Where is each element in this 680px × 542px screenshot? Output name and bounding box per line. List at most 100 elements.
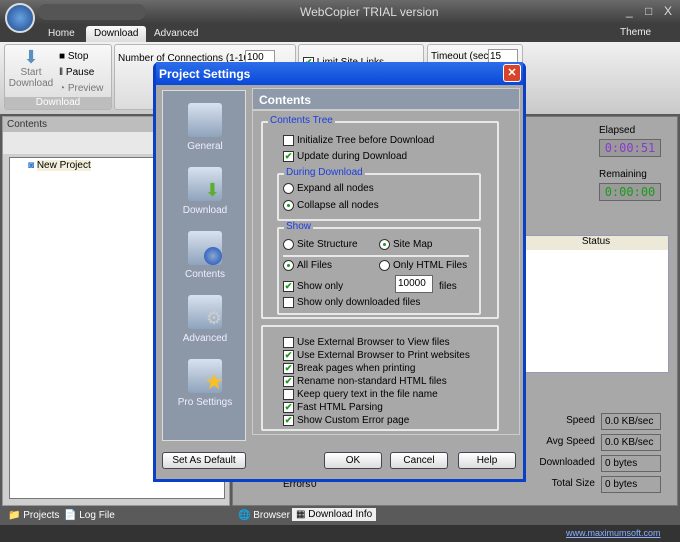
checkbox[interactable]: ✔ bbox=[283, 415, 294, 426]
checkbox[interactable]: ✔ bbox=[283, 350, 294, 361]
option-checkbox[interactable]: ✔ Show Custom Error page bbox=[283, 415, 409, 426]
app-orb-button[interactable] bbox=[5, 3, 35, 33]
tab-advanced[interactable]: Advanced bbox=[146, 26, 206, 42]
update-during-checkbox[interactable]: ✔ Update during Download bbox=[283, 151, 407, 162]
checkbox-label: Show only bbox=[297, 281, 344, 292]
checkbox[interactable] bbox=[283, 297, 294, 308]
remaining-label: Remaining bbox=[599, 169, 647, 180]
nav-label: Advanced bbox=[182, 333, 228, 344]
minimize-button[interactable]: _ bbox=[626, 4, 633, 18]
ribbon-tabs: Home Download Advanced Theme bbox=[0, 24, 680, 42]
site-map-radio[interactable]: Site Map bbox=[379, 239, 432, 250]
tab-projects[interactable]: 📁 Projects bbox=[8, 510, 59, 521]
group-title: During Download bbox=[284, 167, 365, 178]
option-checkbox[interactable]: ✔ Fast HTML Parsing bbox=[283, 402, 383, 413]
tab-label: Projects bbox=[23, 510, 60, 521]
divider bbox=[283, 255, 469, 257]
download-arrow-icon: ⬇ bbox=[23, 47, 39, 67]
checkbox-label: Use External Browser to View files bbox=[297, 337, 450, 348]
group-label: Download bbox=[5, 97, 111, 109]
files-label: files bbox=[439, 281, 457, 292]
nav-advanced[interactable]: ⚙ Advanced bbox=[163, 295, 247, 344]
expand-all-radio[interactable]: Expand all nodes bbox=[283, 183, 374, 194]
pro-star-icon: ★ bbox=[188, 359, 224, 394]
status-list[interactable]: Status bbox=[523, 235, 669, 373]
maximize-button[interactable]: □ bbox=[645, 4, 652, 18]
option-checkbox[interactable]: ✔ Use External Browser to Print websites bbox=[283, 350, 470, 361]
option-checkbox[interactable]: ✔ Break pages when printing bbox=[283, 363, 415, 374]
stop-label: Stop bbox=[67, 51, 89, 62]
contents-tree-group: Contents Tree Initialize Tree before Dow… bbox=[261, 115, 499, 319]
contents-settings: Contents Tree Initialize Tree before Dow… bbox=[252, 110, 520, 435]
cancel-button[interactable]: Cancel bbox=[390, 452, 448, 469]
radio-label: Site Structure bbox=[297, 239, 358, 250]
pause-button[interactable]: ‖ Pause bbox=[59, 67, 94, 79]
checkbox[interactable] bbox=[283, 337, 294, 348]
general-folder-icon bbox=[188, 103, 222, 137]
checkbox-label: Fast HTML Parsing bbox=[297, 402, 383, 413]
website-link[interactable]: www.maximumsoft.com bbox=[566, 528, 661, 538]
option-checkbox[interactable]: Keep query text in the file name bbox=[283, 389, 438, 400]
init-tree-checkbox[interactable]: Initialize Tree before Download bbox=[283, 135, 434, 146]
nav-general[interactable]: General bbox=[163, 103, 247, 152]
project-settings-dialog: Project Settings ✕ General ⬇ Download Con… bbox=[153, 62, 526, 482]
nav-label: Download bbox=[182, 205, 228, 216]
tab-browser[interactable]: 🌐 Browser bbox=[238, 510, 290, 521]
download-folder-icon: ⬇ bbox=[188, 167, 222, 201]
start-download-button[interactable]: ⬇ Start Download bbox=[7, 47, 55, 89]
radio-label: Expand all nodes bbox=[297, 183, 374, 194]
nav-download[interactable]: ⬇ Download bbox=[163, 167, 247, 216]
set-as-default-button[interactable]: Set As Default bbox=[162, 452, 246, 469]
checkbox[interactable]: ✔ bbox=[283, 281, 294, 292]
download-group: ⬇ Start Download ■ Stop ‖ Pause ◔ Preview… bbox=[4, 44, 112, 110]
option-checkbox[interactable]: Use External Browser to View files bbox=[283, 337, 450, 348]
tab-download[interactable]: Download bbox=[86, 26, 147, 42]
checkbox[interactable]: ✔ bbox=[283, 363, 294, 374]
tab-label: Log File bbox=[79, 510, 115, 521]
close-button[interactable]: X bbox=[664, 4, 672, 18]
checkbox-label: Update during Download bbox=[297, 151, 408, 162]
only-html-radio[interactable]: Only HTML Files bbox=[379, 260, 467, 271]
collapse-all-radio[interactable]: Collapse all nodes bbox=[283, 200, 379, 211]
ok-button[interactable]: OK bbox=[324, 452, 382, 469]
show-only-checkbox[interactable]: ✔ Show only bbox=[283, 281, 343, 292]
tab-home[interactable]: Home bbox=[40, 26, 83, 42]
option-checkbox[interactable]: ✔ Rename non-standard HTML files bbox=[283, 376, 447, 387]
show-group: Show Site Structure Site Map All Files O… bbox=[277, 221, 481, 315]
status-column-header[interactable]: Status bbox=[524, 236, 668, 250]
radio-label: Site Map bbox=[393, 239, 433, 250]
site-structure-radio[interactable]: Site Structure bbox=[283, 239, 358, 250]
start-download-label: Start Download bbox=[8, 67, 54, 89]
tree-item-new-project[interactable]: ◙ New Project bbox=[28, 160, 91, 171]
checkbox[interactable]: ✔ bbox=[283, 402, 294, 413]
checkbox[interactable]: ✔ bbox=[283, 376, 294, 387]
tree-item-label: New Project bbox=[36, 160, 91, 171]
status-bar: www.maximumsoft.com bbox=[0, 525, 680, 542]
all-files-radio[interactable]: All Files bbox=[283, 260, 332, 271]
preview-button[interactable]: ◔ Preview bbox=[59, 83, 103, 95]
nav-contents[interactable]: Contents bbox=[163, 231, 247, 280]
dialog-close-button[interactable]: ✕ bbox=[503, 64, 521, 82]
checkbox-label: Break pages when printing bbox=[297, 363, 416, 374]
browser-options-group: Use External Browser to View files ✔ Use E… bbox=[261, 325, 499, 431]
show-only-count-input[interactable]: 10000 bbox=[395, 275, 433, 293]
checkbox[interactable] bbox=[283, 389, 294, 400]
checkbox[interactable]: ✔ bbox=[283, 151, 294, 162]
tab-log-file[interactable]: 📄 Log File bbox=[64, 510, 115, 521]
elapsed-label: Elapsed bbox=[599, 125, 636, 136]
nav-pro-settings[interactable]: ★ Pro Settings bbox=[163, 359, 247, 408]
contents-globe-icon bbox=[188, 231, 222, 265]
only-downloaded-checkbox[interactable]: Show only downloaded files bbox=[283, 297, 420, 308]
theme-menu[interactable]: Theme bbox=[620, 27, 651, 38]
checkbox[interactable] bbox=[283, 135, 294, 146]
quick-access-toolbar[interactable] bbox=[38, 4, 146, 20]
remaining-display: 0:00:00 bbox=[599, 183, 661, 201]
dialog-title-bar: Project Settings bbox=[156, 62, 523, 85]
pause-label: Pause bbox=[65, 67, 95, 78]
title-bar: WebCopier TRIAL version _ □ X bbox=[0, 0, 680, 33]
stop-button[interactable]: ■ Stop bbox=[59, 51, 88, 63]
tab-download-info[interactable]: ▦ Download Info bbox=[292, 508, 377, 521]
checkbox-label: Keep query text in the file name bbox=[297, 389, 438, 400]
help-button[interactable]: Help bbox=[458, 452, 516, 469]
elapsed-display: 0:00:51 bbox=[599, 139, 661, 157]
